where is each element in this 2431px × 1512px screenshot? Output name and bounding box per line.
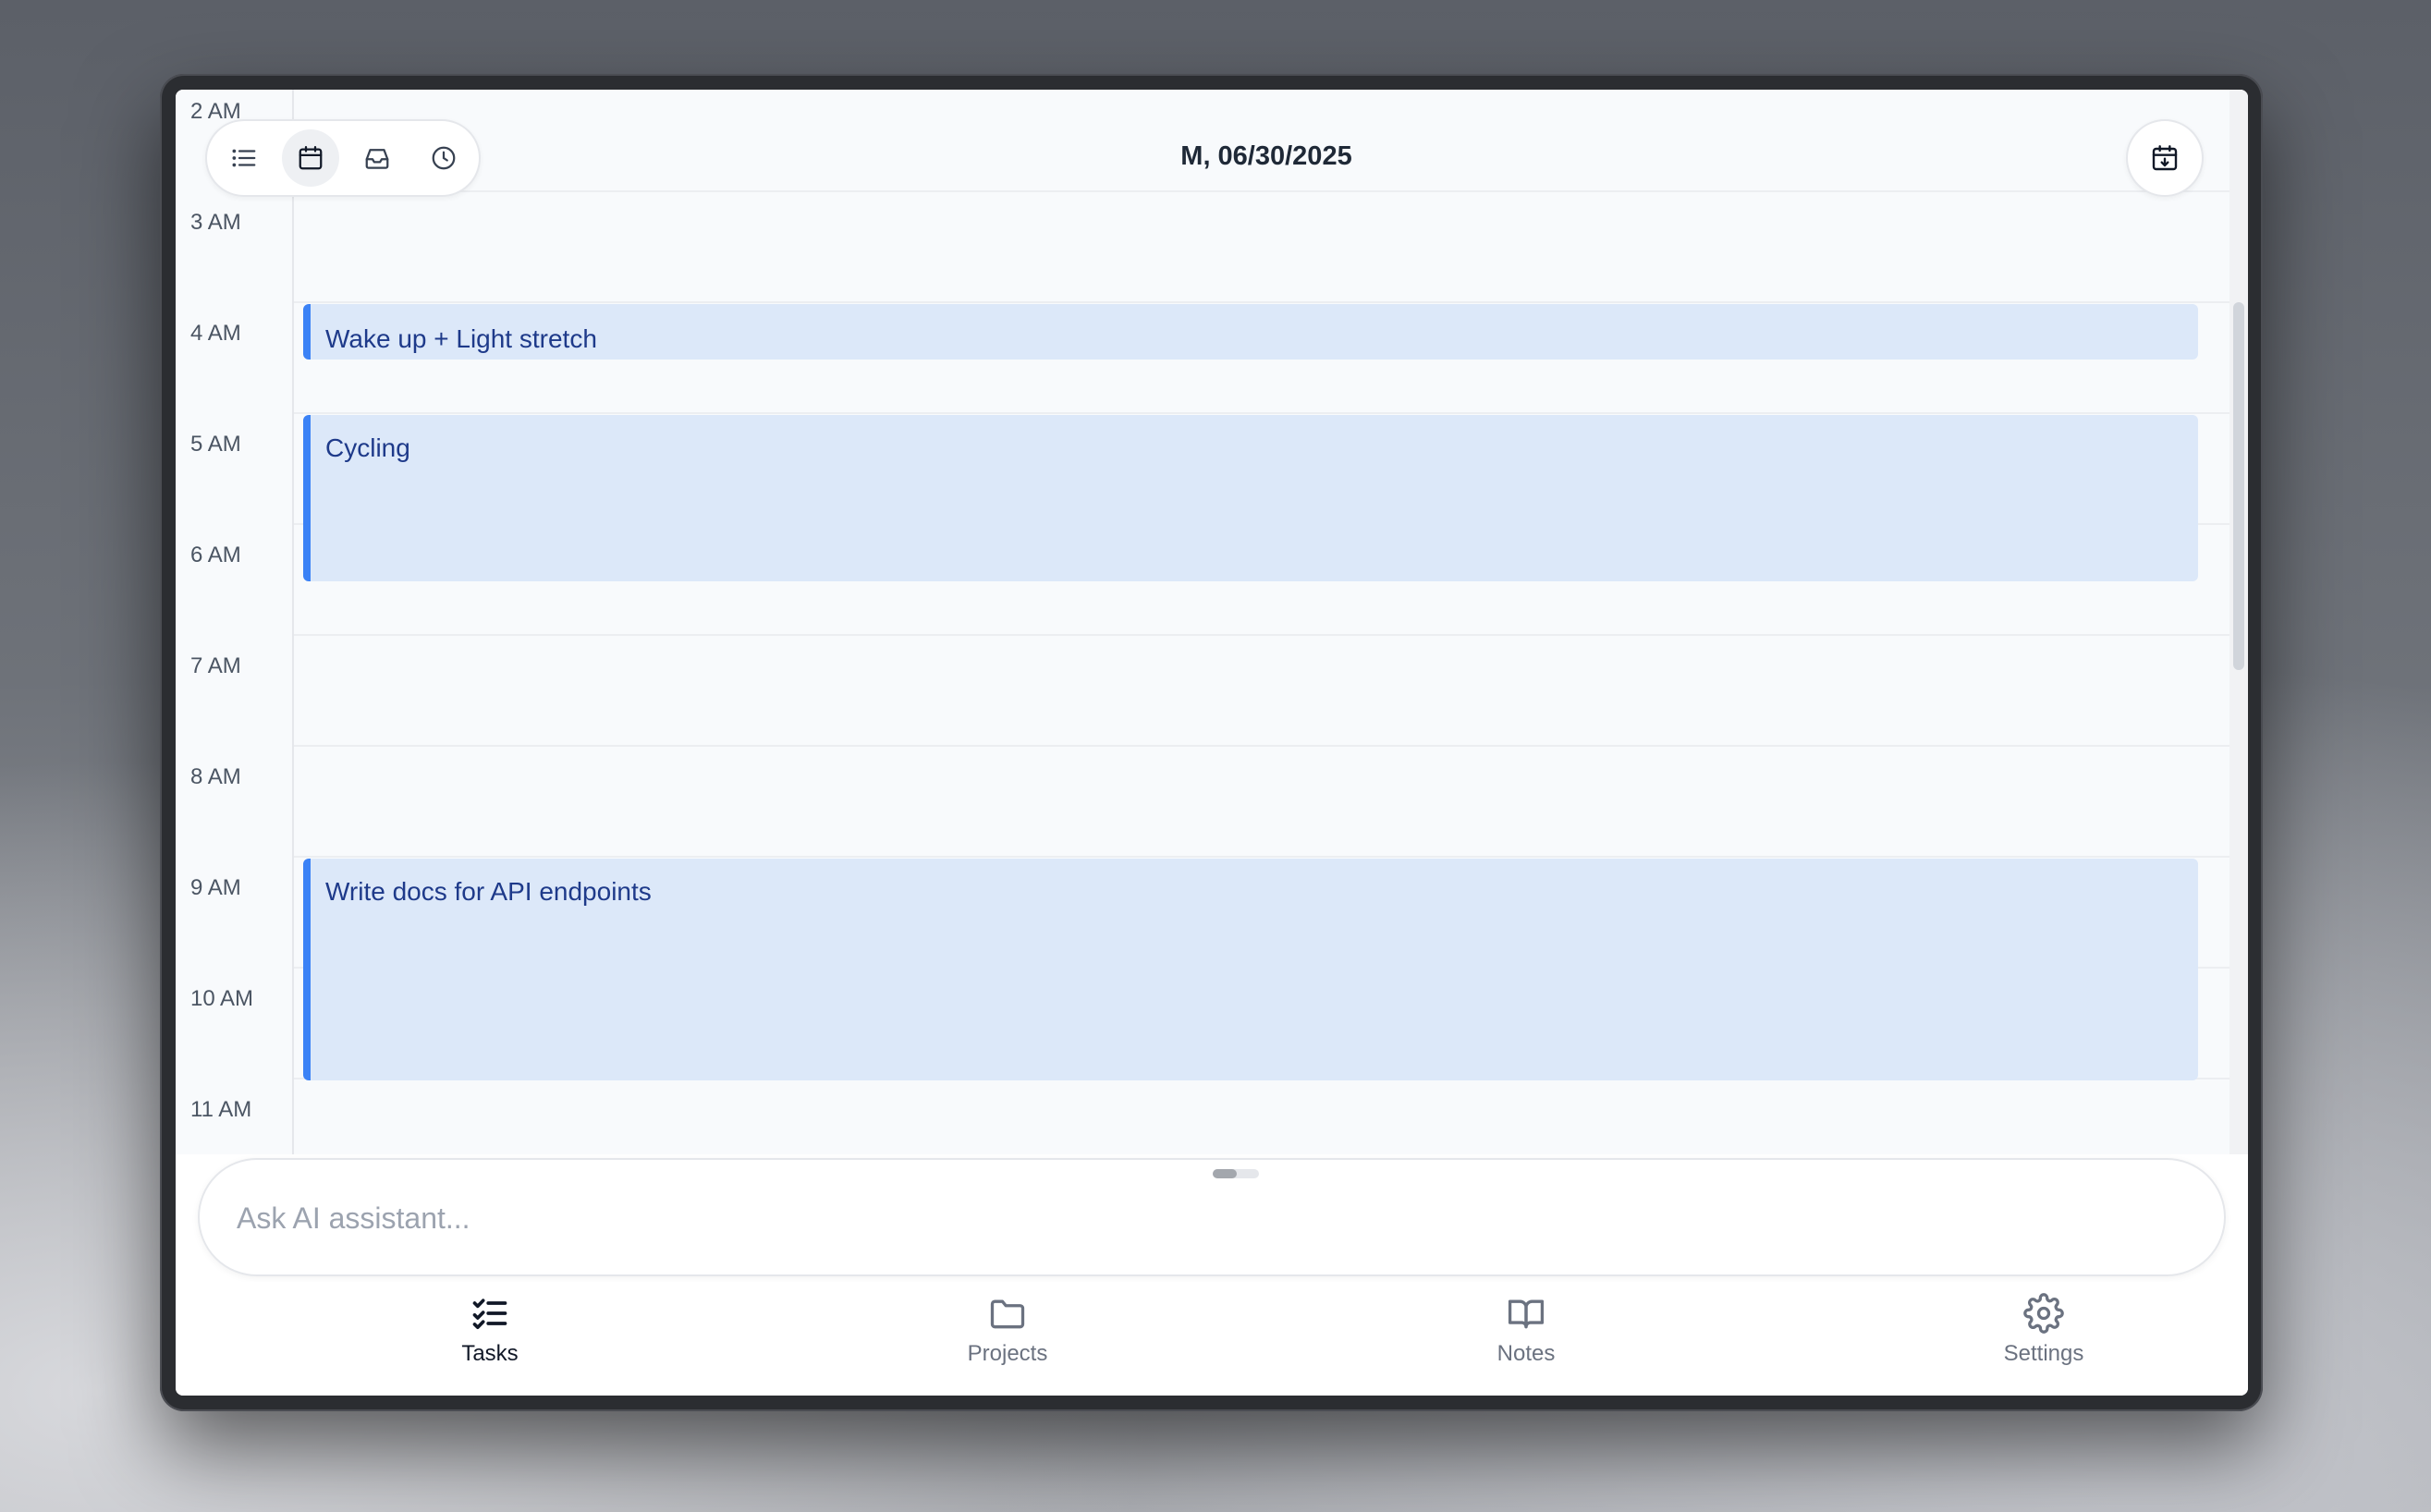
time-column: 2 AM 3 AM 4 AM 5 AM 6 AM 7 AM 8 AM 9 AM … <box>176 90 292 1154</box>
hour-divider <box>294 634 2229 636</box>
nav-label: Notes <box>1496 1341 1556 1366</box>
nav-label: Tasks <box>461 1341 519 1366</box>
folder-icon <box>990 1299 1025 1329</box>
event-title: Write docs for API endpoints <box>325 877 652 906</box>
calendar-arrow-down-icon <box>2152 145 2178 171</box>
scrollbar-thumb[interactable] <box>2233 302 2244 670</box>
hour-label: 9 AM <box>190 875 241 900</box>
event-wake-up[interactable]: Wake up + Light stretch <box>303 304 2198 360</box>
bottom-navigation: Tasks Projects Notes Settings <box>176 1282 2248 1396</box>
date-title: M, 06/30/2025 <box>1180 141 1352 171</box>
view-switcher <box>205 119 481 197</box>
event-cycling[interactable]: Cycling <box>303 415 2198 581</box>
inbox-view-button[interactable] <box>348 129 406 187</box>
hour-label: 3 AM <box>190 210 241 235</box>
nav-settings[interactable]: Settings <box>1924 1291 2164 1384</box>
jump-to-today-button[interactable] <box>2126 119 2204 197</box>
hour-label: 5 AM <box>190 432 241 457</box>
hour-divider <box>294 856 2229 858</box>
list-icon <box>232 149 256 167</box>
hour-label: 4 AM <box>190 321 241 346</box>
hour-label: 10 AM <box>190 986 254 1011</box>
recent-view-button[interactable] <box>415 129 472 187</box>
hour-label: 8 AM <box>190 764 241 789</box>
event-write-docs[interactable]: Write docs for API endpoints <box>303 859 2198 1080</box>
app-window: 2 AM 3 AM 4 AM 5 AM 6 AM 7 AM 8 AM 9 AM … <box>176 90 2248 1396</box>
hour-divider <box>294 412 2229 414</box>
nav-projects[interactable]: Projects <box>887 1291 1128 1384</box>
clock-icon <box>432 146 456 170</box>
nav-label: Projects <box>967 1341 1048 1366</box>
nav-notes[interactable]: Notes <box>1406 1291 1646 1384</box>
timeline-scrollbar[interactable] <box>2229 90 2248 1154</box>
tasks-checklist-icon <box>472 1299 507 1330</box>
hour-divider <box>294 745 2229 747</box>
inbox-icon <box>365 149 389 169</box>
hour-divider <box>294 301 2229 303</box>
calendar-view-button[interactable] <box>282 129 339 187</box>
book-open-icon <box>1508 1299 1545 1329</box>
drag-handle[interactable] <box>1213 1169 1259 1178</box>
ai-assistant-panel <box>198 1158 2226 1276</box>
event-title: Wake up + Light stretch <box>325 324 597 353</box>
ai-assistant-input[interactable] <box>237 1195 2178 1241</box>
hour-label: 7 AM <box>190 653 241 678</box>
hour-label: 11 AM <box>190 1097 252 1122</box>
gear-icon <box>2023 1293 2064 1334</box>
calendar-icon <box>299 146 323 170</box>
hour-label: 6 AM <box>190 543 241 567</box>
timeline-grid[interactable]: Wake up + Light stretch Cycling Write do… <box>292 90 2229 1154</box>
nav-label: Settings <box>2003 1341 2084 1366</box>
event-title: Cycling <box>325 433 410 462</box>
hour-divider <box>294 190 2229 192</box>
nav-tasks[interactable]: Tasks <box>370 1291 610 1384</box>
day-timeline[interactable]: 2 AM 3 AM 4 AM 5 AM 6 AM 7 AM 8 AM 9 AM … <box>176 90 2229 1154</box>
list-view-button[interactable] <box>215 129 273 187</box>
